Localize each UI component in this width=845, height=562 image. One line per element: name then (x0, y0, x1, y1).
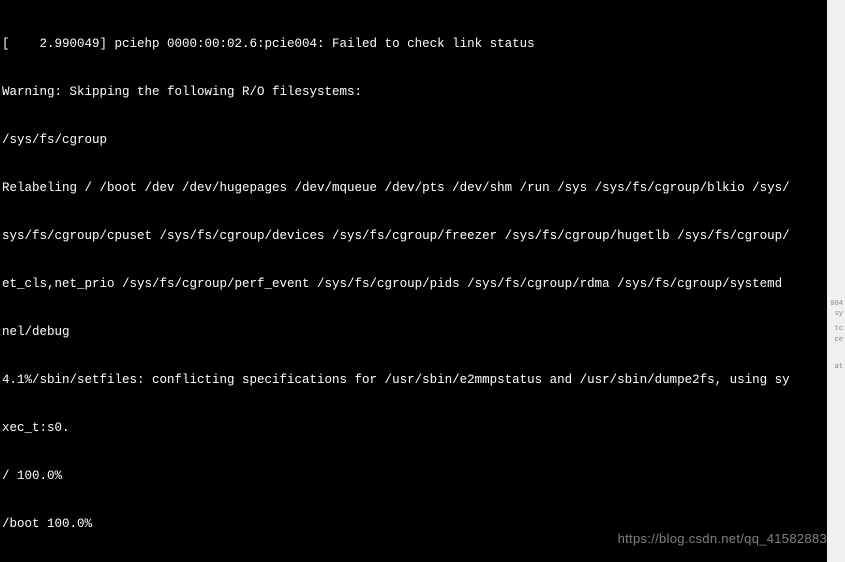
log-line: nel/debug (2, 324, 825, 340)
log-line: / 100.0% (2, 468, 825, 484)
log-line: xec_t:s0. (2, 420, 825, 436)
side-text-fragment: tc (835, 325, 843, 334)
side-text-fragment: 004 (830, 300, 843, 309)
log-line: /sys/fs/cgroup (2, 132, 825, 148)
side-text-fragment: sy (835, 310, 843, 319)
log-line: 4.1%/sbin/setfiles: conflicting specific… (2, 372, 825, 388)
side-text-fragment: ce (835, 336, 843, 345)
watermark-text: https://blog.csdn.net/qq_41582883 (618, 531, 827, 547)
log-line: Warning: Skipping the following R/O file… (2, 84, 825, 100)
log-line: /boot 100.0% (2, 516, 825, 532)
terminal-output: [ 2.990049] pciehp 0000:00:02.6:pcie004:… (0, 0, 827, 562)
log-line: [ 2.990049] pciehp 0000:00:02.6:pcie004:… (2, 36, 825, 52)
log-line: et_cls,net_prio /sys/fs/cgroup/perf_even… (2, 276, 825, 292)
log-line: sys/fs/cgroup/cpuset /sys/fs/cgroup/devi… (2, 228, 825, 244)
side-text-fragment: at (835, 363, 843, 372)
log-line: Relabeling / /boot /dev /dev/hugepages /… (2, 180, 825, 196)
side-panel-cropped: 004 sy tc ce at (827, 0, 845, 562)
